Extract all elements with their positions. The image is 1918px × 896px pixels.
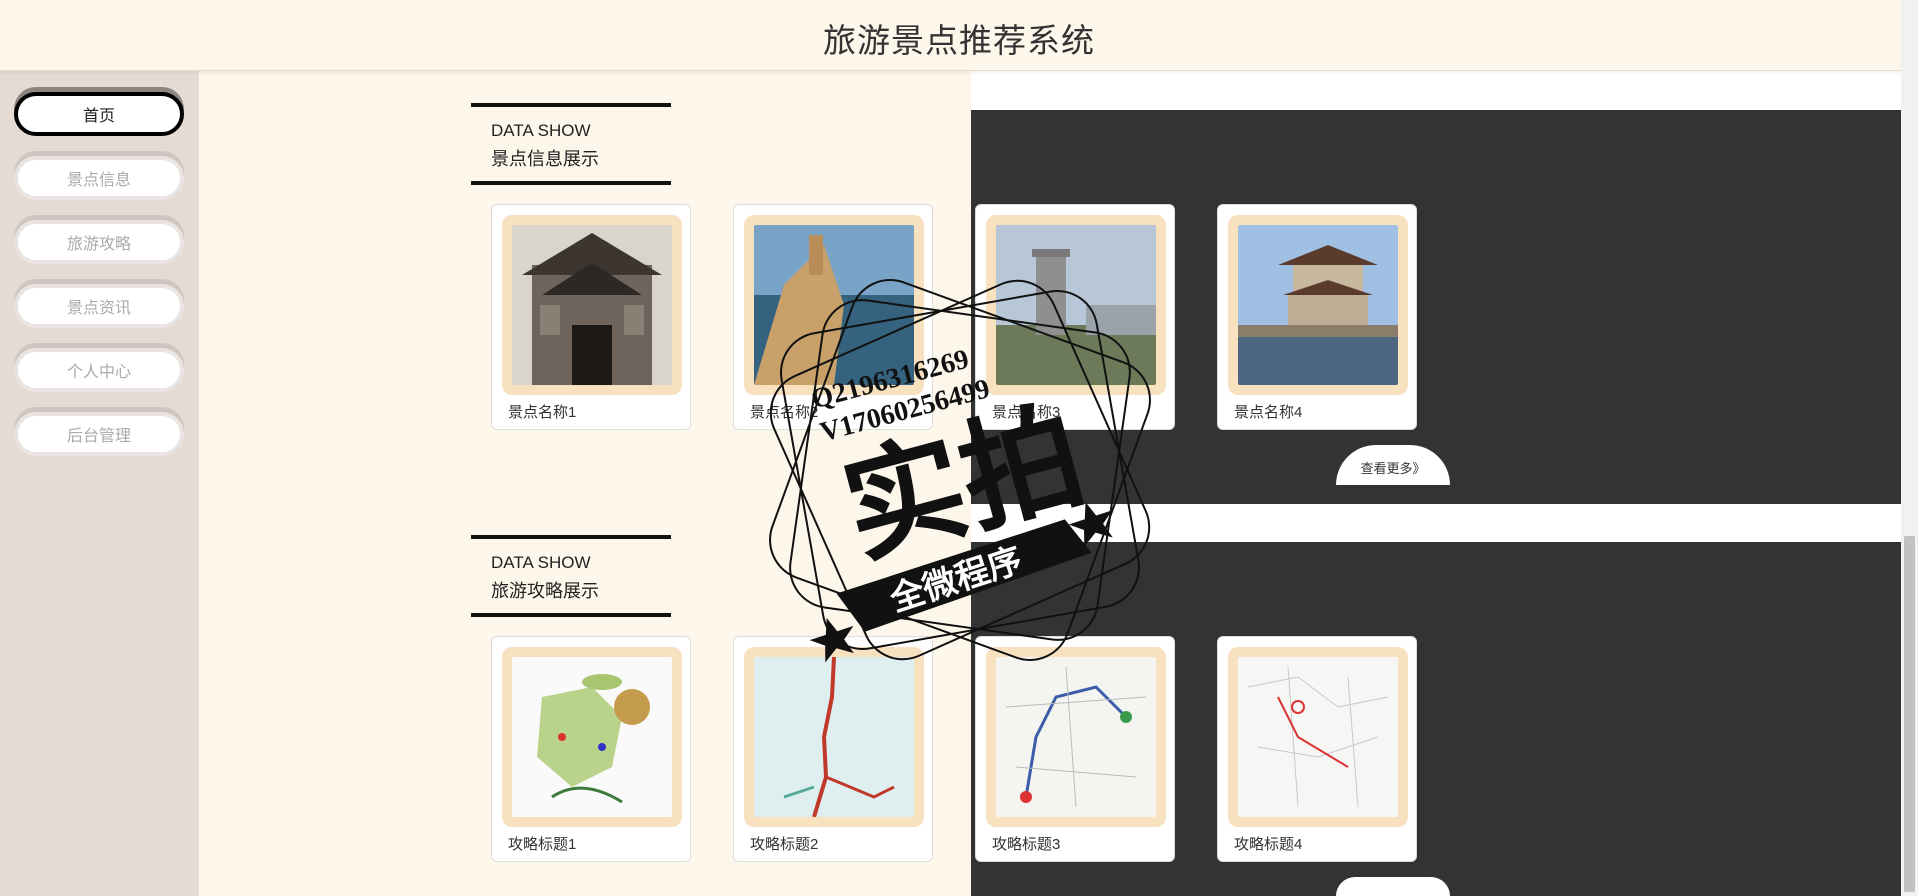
image-frame <box>744 215 924 395</box>
sidebar-item-home[interactable]: 首页 <box>14 92 184 136</box>
sidebar-item-personal-center[interactable]: 个人中心 <box>14 348 184 392</box>
image-frame <box>502 647 682 827</box>
guide-map-image <box>512 657 672 817</box>
top-header: 旅游景点推荐系统 <box>0 0 1918 71</box>
divider <box>471 613 671 617</box>
spot-card[interactable]: 景点名称1 <box>491 204 691 430</box>
guide-card[interactable]: 攻略标题2 <box>733 636 933 862</box>
divider <box>471 103 671 107</box>
image-frame <box>986 647 1166 827</box>
spot-image-ancient-gate <box>512 225 672 385</box>
card-caption: 攻略标题3 <box>992 836 1061 853</box>
spot-image-pagoda <box>1238 225 1398 385</box>
view-more-guides-button[interactable] <box>1336 877 1450 896</box>
guide-card[interactable]: 攻略标题1 <box>491 636 691 862</box>
vertical-scrollbar[interactable] <box>1901 0 1918 896</box>
section-cn-title: 景点信息展示 <box>491 149 599 169</box>
guide-card[interactable]: 攻略标题3 <box>975 636 1175 862</box>
sidebar: 首页 景点信息 旅游攻略 景点资讯 个人中心 后台管理 <box>0 70 199 896</box>
site-title: 旅游景点推荐系统 <box>823 22 1095 59</box>
guide-map-image <box>754 657 914 817</box>
card-caption: 攻略标题4 <box>1234 836 1303 853</box>
card-caption: 景点名称2 <box>750 404 819 421</box>
image-frame <box>502 215 682 395</box>
guide-map-image <box>996 657 1156 817</box>
guides-section-header: DATA SHOW 旅游攻略展示 <box>471 535 671 617</box>
card-caption: 景点名称1 <box>508 404 577 421</box>
image-frame <box>1228 215 1408 395</box>
spot-image-monument <box>996 225 1156 385</box>
sidebar-item-spot-news[interactable]: 景点资讯 <box>14 284 184 328</box>
card-caption: 景点名称4 <box>1234 404 1303 421</box>
divider <box>471 535 671 539</box>
sidebar-item-spot-info[interactable]: 景点信息 <box>14 156 184 200</box>
scrollbar-thumb[interactable] <box>1904 536 1915 892</box>
sidebar-item-travel-guides[interactable]: 旅游攻略 <box>14 220 184 264</box>
guide-map-image <box>1238 657 1398 817</box>
spot-card[interactable]: 景点名称2 <box>733 204 933 430</box>
card-caption: 攻略标题1 <box>508 836 577 853</box>
divider <box>471 181 671 185</box>
spots-section-header: DATA SHOW 景点信息展示 <box>471 103 671 185</box>
section-en-title: DATA SHOW <box>491 553 591 572</box>
card-caption: 攻略标题2 <box>750 836 819 853</box>
spot-card[interactable]: 景点名称3 <box>975 204 1175 430</box>
image-frame <box>1228 647 1408 827</box>
guide-card[interactable]: 攻略标题4 <box>1217 636 1417 862</box>
white-strip <box>971 70 1901 110</box>
spot-image-coastal-rock <box>754 225 914 385</box>
image-frame <box>986 215 1166 395</box>
card-caption: 景点名称3 <box>992 404 1061 421</box>
section-en-title: DATA SHOW <box>491 121 591 140</box>
sidebar-item-admin[interactable]: 后台管理 <box>14 412 184 456</box>
image-frame <box>744 647 924 827</box>
spot-card[interactable]: 景点名称4 <box>1217 204 1417 430</box>
section-cn-title: 旅游攻略展示 <box>491 581 599 601</box>
white-strip <box>971 504 1901 542</box>
